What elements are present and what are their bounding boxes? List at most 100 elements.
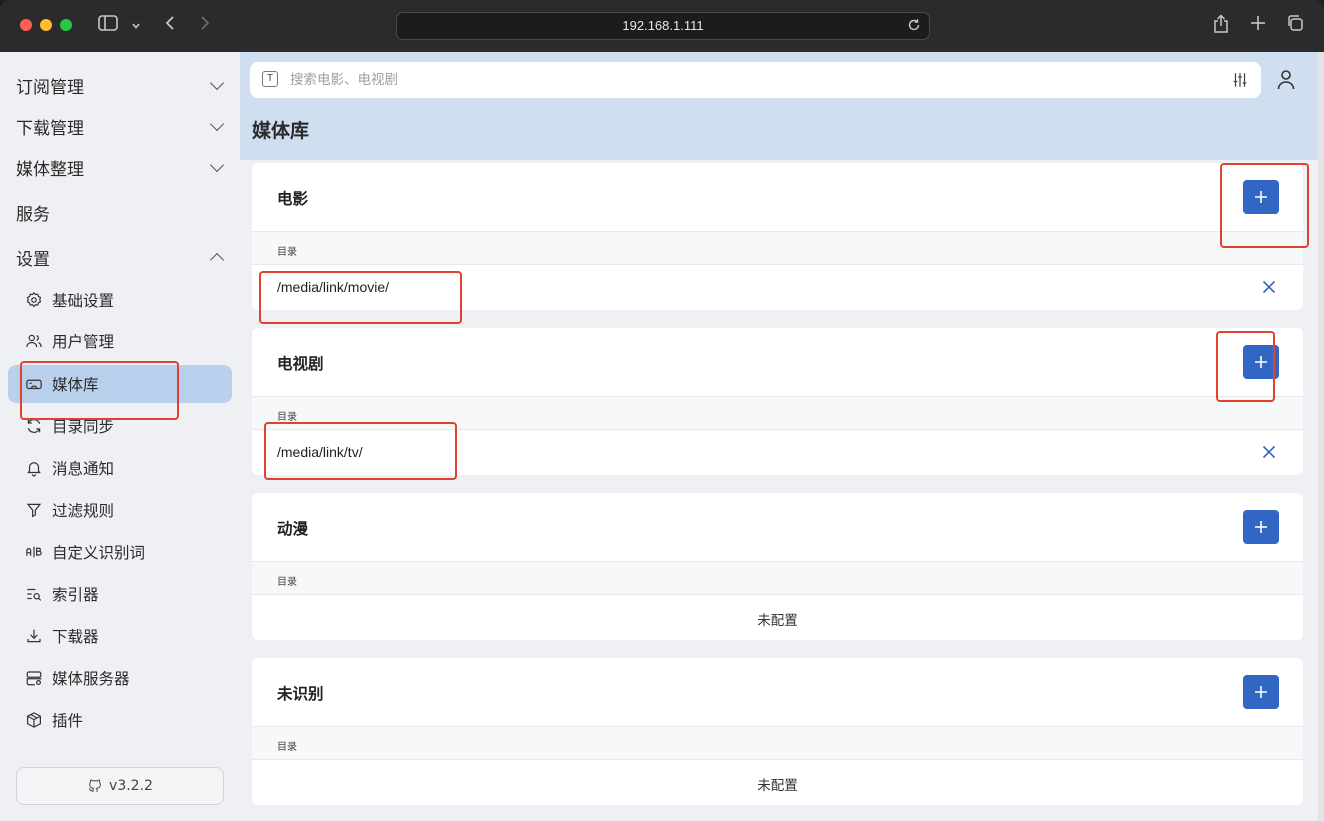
back-icon[interactable] xyxy=(160,14,180,38)
sidebar-item-label: 过滤规则 xyxy=(52,502,115,520)
scrollbar[interactable] xyxy=(1318,52,1324,821)
nav-group-download[interactable]: 下载管理 xyxy=(16,111,230,141)
sidebar-item-directory-sync[interactable]: 目录同步 xyxy=(8,407,232,445)
nav-group-label: 订阅管理 xyxy=(16,77,84,98)
download-icon xyxy=(24,626,44,646)
browser-titlebar: 192.168.1.111 xyxy=(0,0,1324,52)
card-title: 未识别 xyxy=(277,685,324,703)
forward-icon[interactable] xyxy=(195,14,215,38)
directory-path: /media/link/tv/ xyxy=(277,444,363,460)
ab-icon xyxy=(24,542,44,562)
sidebar-item-custom-words[interactable]: 自定义识别词 xyxy=(8,533,232,571)
version-label: v3.2.2 xyxy=(109,778,153,794)
sidebar-item-label: 基础设置 xyxy=(52,292,115,310)
search-input[interactable] xyxy=(290,62,1190,98)
add-directory-button[interactable] xyxy=(1243,510,1279,544)
vr-icon xyxy=(24,374,44,394)
directory-path: /media/link/movie/ xyxy=(277,279,390,295)
minimize-window-button[interactable] xyxy=(40,19,52,31)
share-icon[interactable] xyxy=(1210,14,1232,41)
directory-table-header: 目录 xyxy=(252,561,1303,595)
app: 订阅管理 下载管理 媒体整理 服务 设置 基础设置 用户管理 媒体库 目录同步 … xyxy=(0,52,1324,821)
sidebar-item-users[interactable]: 用户管理 xyxy=(8,322,232,360)
sidebar-item-notifications[interactable]: 消息通知 xyxy=(8,449,232,487)
sidebar-item-label: 索引器 xyxy=(52,586,99,604)
add-directory-button[interactable] xyxy=(1243,180,1279,214)
sidebar-item-label: 目录同步 xyxy=(52,418,115,436)
filter-icon xyxy=(24,500,44,520)
github-icon xyxy=(88,779,101,792)
gear-icon xyxy=(24,290,44,310)
sidebar-toggle-icon[interactable] xyxy=(97,14,119,38)
sidebar-item-label: 下载器 xyxy=(52,628,99,646)
nav-group-label: 服务 xyxy=(16,204,50,225)
sidebar-item-label: 插件 xyxy=(52,712,84,730)
nav-group-settings[interactable]: 设置 xyxy=(16,242,230,272)
plus-icon xyxy=(1255,356,1267,368)
directory-column-header: 目录 xyxy=(277,742,297,753)
nav-group-subscription[interactable]: 订阅管理 xyxy=(16,70,230,100)
sidebar-item-filter-rules[interactable]: 过滤规则 xyxy=(8,491,232,529)
sidebar-item-indexers[interactable]: 索引器 xyxy=(8,575,232,613)
nav-group-label: 媒体整理 xyxy=(16,159,84,180)
table-row: 未配置 xyxy=(252,595,1303,640)
table-row: /media/link/tv/ xyxy=(252,430,1303,475)
add-directory-button[interactable] xyxy=(1243,675,1279,709)
directory-table-header: 目录 xyxy=(252,231,1303,265)
bell-icon xyxy=(24,458,44,478)
nav-group-organize[interactable]: 媒体整理 xyxy=(16,152,230,182)
chevron-up-icon xyxy=(209,252,225,267)
address-text: 192.168.1.111 xyxy=(622,18,704,33)
version-button[interactable]: v3.2.2 xyxy=(16,767,224,805)
user-icon[interactable] xyxy=(1276,68,1296,92)
search-box[interactable]: T xyxy=(250,62,1261,98)
users-icon xyxy=(24,331,44,351)
sidebar-item-media-servers[interactable]: 媒体服务器 xyxy=(8,659,232,697)
chevron-down-icon[interactable] xyxy=(128,14,144,38)
list-search-icon xyxy=(24,584,44,604)
keyboard-shortcut-icon: T xyxy=(262,71,278,87)
table-row: 未配置 xyxy=(252,760,1303,805)
nav-group-service[interactable]: 服务 xyxy=(16,197,230,227)
filter-settings-icon[interactable] xyxy=(1231,71,1249,89)
address-bar[interactable]: 192.168.1.111 xyxy=(396,12,930,40)
plus-icon xyxy=(1255,191,1267,203)
main-content: T 媒体库 电影 目录 /media/link/movie/ 电视剧 xyxy=(240,52,1318,821)
library-card-tv: 电视剧 目录 /media/link/tv/ xyxy=(252,328,1303,475)
sidebar-item-media-library[interactable]: 媒体库 xyxy=(8,365,232,403)
directory-table-header: 目录 xyxy=(252,396,1303,430)
library-card-anime: 动漫 目录 未配置 xyxy=(252,493,1303,640)
card-title: 动漫 xyxy=(277,520,309,538)
sidebar-item-label: 消息通知 xyxy=(52,460,115,478)
chevron-down-icon xyxy=(209,116,225,131)
chevron-down-icon xyxy=(209,157,225,172)
table-row: /media/link/movie/ xyxy=(252,265,1303,310)
sidebar-item-plugins[interactable]: 插件 xyxy=(8,701,232,739)
reload-icon[interactable] xyxy=(907,18,921,36)
close-window-button[interactable] xyxy=(20,19,32,31)
new-tab-icon[interactable] xyxy=(1247,14,1269,38)
sidebar-item-label: 用户管理 xyxy=(52,333,115,351)
card-title: 电视剧 xyxy=(277,355,324,373)
plus-icon xyxy=(1255,686,1267,698)
directory-column-header: 目录 xyxy=(277,247,297,258)
library-card-movies: 电影 目录 /media/link/movie/ xyxy=(252,163,1303,310)
remove-directory-icon[interactable] xyxy=(1261,444,1277,460)
tab-overview-icon[interactable] xyxy=(1284,14,1306,39)
zoom-window-button[interactable] xyxy=(60,19,72,31)
box-icon xyxy=(24,710,44,730)
sidebar-item-downloaders[interactable]: 下载器 xyxy=(8,617,232,655)
nav-group-label: 下载管理 xyxy=(16,118,84,139)
directory-table-header: 目录 xyxy=(252,726,1303,760)
page-title: 媒体库 xyxy=(252,120,310,142)
add-directory-button[interactable] xyxy=(1243,345,1279,379)
directory-column-header: 目录 xyxy=(277,412,297,423)
page-header: 媒体库 xyxy=(240,108,1318,160)
plus-icon xyxy=(1255,521,1267,533)
sidebar-item-label: 媒体服务器 xyxy=(52,670,130,688)
library-card-unrecognized: 未识别 目录 未配置 xyxy=(252,658,1303,805)
sync-icon xyxy=(24,416,44,436)
sidebar-item-label: 媒体库 xyxy=(52,376,99,394)
remove-directory-icon[interactable] xyxy=(1261,279,1277,295)
sidebar-item-basic-settings[interactable]: 基础设置 xyxy=(8,281,232,319)
